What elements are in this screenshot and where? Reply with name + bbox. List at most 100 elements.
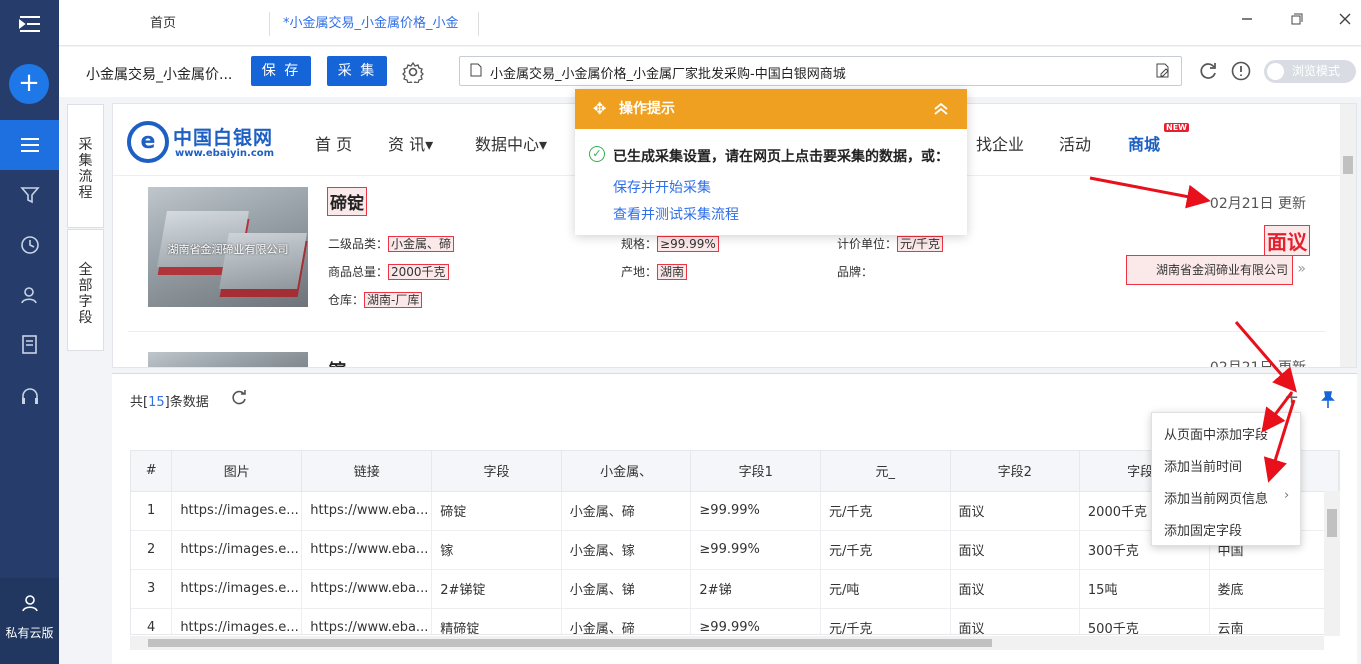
move-icon[interactable]: ✥ — [593, 89, 606, 129]
scroll-thumb[interactable] — [1343, 156, 1353, 174]
refresh-data-icon[interactable] — [230, 389, 248, 411]
column-header[interactable]: 字段2 — [950, 451, 1080, 492]
tab-active-task[interactable]: *小金属交易_小金属价格_小金 — [269, 12, 479, 36]
table-cell[interactable]: 面议 — [950, 491, 1080, 531]
column-header[interactable]: # — [131, 451, 173, 492]
table-cell[interactable]: https://images.e... — [171, 491, 303, 531]
table-cell[interactable]: https://www.eba... — [301, 530, 433, 570]
add-field-icon[interactable]: + — [1284, 387, 1299, 408]
table-cell[interactable]: 面议 — [950, 608, 1080, 634]
table-cell[interactable]: 面议 — [950, 530, 1080, 570]
scroll-thumb[interactable] — [148, 639, 992, 647]
nav-find-company[interactable]: 找企业 — [976, 131, 1024, 155]
collapse-icon[interactable] — [933, 89, 949, 132]
company-name[interactable]: 湖南省金润碲业有限公司 — [1126, 255, 1293, 285]
table-cell[interactable]: ≥99.99% — [690, 491, 822, 531]
side-tab-fields[interactable]: 全部字段 — [67, 229, 104, 351]
column-header[interactable]: 字段 — [431, 451, 562, 492]
table-cell[interactable]: 碲锭 — [431, 491, 562, 531]
browse-mode-toggle[interactable]: 浏览模式 — [1264, 60, 1356, 83]
table-cell[interactable]: 镓 — [431, 530, 562, 570]
product-name[interactable]: 镓 — [327, 355, 348, 367]
product-image[interactable] — [148, 352, 308, 367]
table-horizontal-scrollbar[interactable] — [130, 636, 1324, 650]
scroll-thumb[interactable] — [1327, 509, 1337, 537]
rail-headset-icon[interactable] — [0, 372, 59, 422]
menu-item-add-current-time[interactable]: 添加当前时间 — [1164, 456, 1242, 475]
nav-news[interactable]: 资 讯▾ — [388, 131, 433, 155]
tip-header[interactable]: ✥ 操作提示 — [575, 89, 967, 129]
table-cell[interactable]: 云南 — [1209, 608, 1339, 634]
maximize-icon[interactable] — [1287, 13, 1307, 33]
table-row[interactable]: 4 https://images.e... https://www.eba...… — [131, 608, 1339, 634]
close-icon[interactable] — [1335, 13, 1355, 33]
url-bar[interactable]: 小金属交易_小金属价格_小金属厂家批发采购-中国白银网商城 — [459, 56, 1182, 86]
rail-history-icon[interactable] — [0, 220, 59, 270]
rail-users-icon[interactable] — [0, 270, 59, 320]
table-cell[interactable]: 娄底 — [1209, 569, 1339, 609]
private-cloud-button[interactable]: 私有云版 — [0, 578, 59, 664]
nav-home[interactable]: 首 页 — [315, 131, 352, 155]
collect-button[interactable]: 采 集 — [327, 56, 387, 86]
table-cell[interactable]: https://www.eba... — [301, 608, 433, 634]
web-scrollbar[interactable] — [1340, 104, 1356, 367]
table-cell[interactable]: ≥99.99% — [690, 530, 822, 570]
menu-toggle-icon[interactable] — [0, 0, 59, 48]
save-button[interactable]: 保 存 — [251, 56, 311, 86]
save-and-start-link[interactable]: 保存并开始采集 — [613, 177, 711, 197]
info-icon[interactable] — [1231, 61, 1253, 83]
table-cell[interactable]: https://images.e... — [171, 569, 303, 609]
site-logo-icon[interactable]: e — [127, 121, 169, 163]
site-logo-text[interactable]: 中国白银网 — [173, 123, 273, 150]
edit-url-icon[interactable] — [1155, 63, 1171, 83]
table-cell[interactable]: 2#锑锭 — [431, 569, 562, 609]
pin-icon[interactable] — [1320, 391, 1336, 413]
tab-home[interactable]: 首页 — [150, 12, 176, 36]
side-tab-flow[interactable]: 采集流程 — [67, 104, 104, 228]
column-header[interactable]: 图片 — [171, 451, 303, 492]
table-cell[interactable]: https://www.eba... — [301, 569, 433, 609]
product-item[interactable]: 镓 02月21日 更新 — [128, 333, 1326, 367]
menu-item-add-from-page[interactable]: 从页面中添加字段 — [1164, 424, 1268, 443]
menu-item-add-fixed-field[interactable]: 添加固定字段 — [1164, 520, 1242, 539]
rail-funnel-icon[interactable] — [0, 170, 59, 220]
table-cell[interactable]: https://www.eba... — [301, 491, 433, 531]
table-cell[interactable]: 元/吨 — [820, 569, 951, 609]
table-cell[interactable]: 面议 — [950, 569, 1080, 609]
column-header[interactable]: 元_ — [820, 451, 951, 492]
table-cell[interactable]: 元/千克 — [820, 491, 951, 531]
table-cell[interactable]: 元/千克 — [820, 608, 951, 634]
column-header[interactable]: 链接 — [301, 451, 433, 492]
table-cell[interactable]: 元/千克 — [820, 530, 951, 570]
refresh-icon[interactable] — [1198, 61, 1220, 83]
column-header[interactable]: 小金属、 — [561, 451, 692, 492]
table-cell[interactable]: 小金属、碲 — [561, 491, 692, 531]
table-cell[interactable]: 小金属、碲 — [561, 608, 692, 634]
product-price[interactable]: 面议 — [1264, 225, 1310, 256]
chevron-right-icon[interactable]: » — [1297, 261, 1306, 277]
table-cell[interactable]: 精碲锭 — [431, 608, 562, 634]
table-row[interactable]: 3 https://images.e... https://www.eba...… — [131, 569, 1339, 609]
table-cell[interactable]: https://images.e... — [171, 530, 303, 570]
table-cell[interactable]: https://images.e... — [171, 608, 303, 634]
gear-icon[interactable] — [402, 61, 424, 87]
rail-list-icon[interactable] — [0, 120, 59, 170]
table-cell[interactable]: 500千克 — [1079, 608, 1210, 634]
column-header[interactable]: 字段1 — [690, 451, 822, 492]
test-flow-link[interactable]: 查看并测试采集流程 — [613, 204, 739, 224]
nav-store[interactable]: 商城 — [1128, 131, 1160, 155]
table-cell[interactable]: ≥99.99% — [690, 608, 822, 634]
product-name[interactable]: 碲锭 — [327, 187, 367, 216]
product-image[interactable]: 湖南省金润碲业有限公司 — [148, 187, 308, 307]
table-vertical-scrollbar[interactable] — [1324, 491, 1340, 636]
nav-data-center[interactable]: 数据中心▾ — [475, 131, 547, 155]
new-task-button[interactable]: + — [9, 64, 49, 104]
rail-doc-icon[interactable] — [0, 320, 59, 370]
table-cell[interactable]: 2#锑 — [690, 569, 822, 609]
menu-item-add-page-info[interactable]: 添加当前网页信息 › — [1164, 488, 1294, 507]
nav-events[interactable]: 活动 — [1059, 131, 1091, 155]
table-cell[interactable]: 15吨 — [1079, 569, 1210, 609]
table-cell[interactable]: 小金属、镓 — [561, 530, 692, 570]
table-cell[interactable]: 小金属、锑 — [561, 569, 692, 609]
minimize-icon[interactable] — [1237, 13, 1257, 33]
